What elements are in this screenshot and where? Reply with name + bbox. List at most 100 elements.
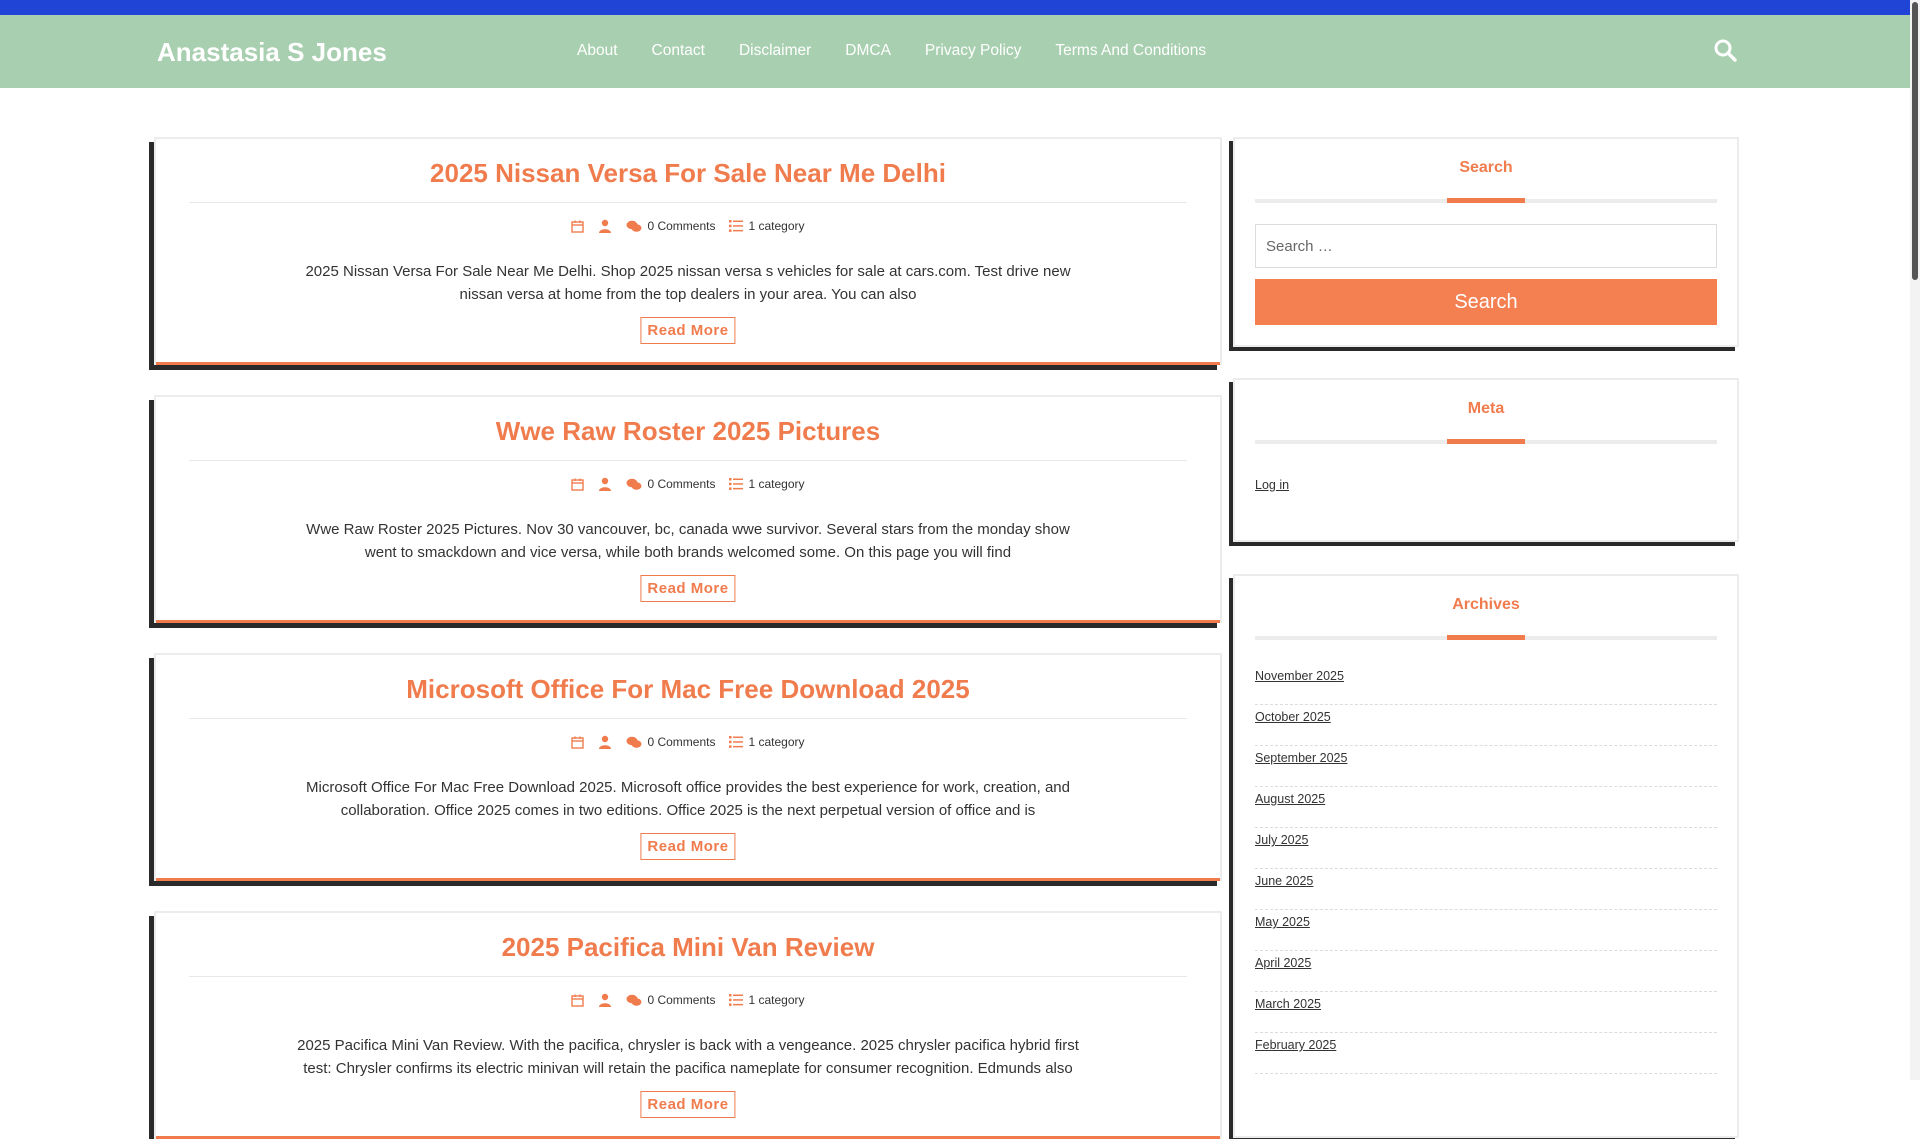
- post-meta: 0 Comments 1 category: [156, 735, 1220, 749]
- post-card: 2025 Pacifica Mini Van Review 0 Comments…: [154, 911, 1222, 1139]
- post-title[interactable]: Wwe Raw Roster 2025 Pictures: [189, 416, 1187, 461]
- scrollbar-thumb[interactable]: [1912, 2, 1918, 280]
- archive-item: March 2025: [1255, 992, 1717, 1033]
- post-card: Microsoft Office For Mac Free Download 2…: [154, 653, 1222, 881]
- post-category[interactable]: 1 category: [729, 219, 805, 233]
- category-label: 1 category: [748, 477, 805, 491]
- post-title[interactable]: Microsoft Office For Mac Free Download 2…: [189, 674, 1187, 719]
- post-excerpt: 2025 Nissan Versa For Sale Near Me Delhi…: [305, 263, 1071, 303]
- comments-count: 0 Comments: [647, 993, 716, 1007]
- post-category[interactable]: 1 category: [729, 735, 805, 749]
- widget-title: Meta: [1467, 400, 1505, 417]
- archive-link[interactable]: April 2025: [1255, 956, 1311, 970]
- post-comments[interactable]: 0 Comments: [626, 993, 715, 1007]
- main-nav: About Contact Disclaimer DMCA Privacy Po…: [560, 41, 1223, 61]
- post-meta: 0 Comments 1 category: [156, 477, 1220, 491]
- comments-count: 0 Comments: [647, 477, 716, 491]
- post-author[interactable]: [598, 735, 612, 749]
- comments-icon: [626, 478, 642, 490]
- read-more-button[interactable]: Read More: [640, 833, 736, 860]
- archive-link[interactable]: September 2025: [1255, 751, 1347, 765]
- post-meta: 0 Comments 1 category: [156, 993, 1220, 1007]
- read-more-button[interactable]: Read More: [640, 575, 736, 602]
- search-input[interactable]: [1255, 224, 1717, 268]
- archive-link[interactable]: June 2025: [1255, 874, 1313, 888]
- read-more-button[interactable]: Read More: [640, 1091, 736, 1118]
- archive-link[interactable]: March 2025: [1255, 997, 1321, 1011]
- read-more-button[interactable]: Read More: [640, 317, 736, 344]
- widget-title: Search: [1459, 159, 1513, 176]
- search-button[interactable]: Search: [1255, 279, 1717, 325]
- list-icon: [729, 478, 744, 490]
- post-author[interactable]: [598, 993, 612, 1007]
- category-label: 1 category: [748, 735, 805, 749]
- archive-item: October 2025: [1255, 705, 1717, 746]
- post-date[interactable]: [571, 478, 585, 491]
- list-icon: [729, 220, 744, 232]
- post-excerpt: Microsoft Office For Mac Free Download 2…: [306, 779, 1070, 819]
- post-category[interactable]: 1 category: [729, 477, 805, 491]
- archive-list: November 2025 October 2025 September 202…: [1255, 664, 1717, 1074]
- calendar-icon: [571, 736, 585, 749]
- nav-disclaimer[interactable]: Disclaimer: [722, 41, 828, 61]
- post-comments[interactable]: 0 Comments: [626, 735, 715, 749]
- post-title[interactable]: 2025 Nissan Versa For Sale Near Me Delhi: [189, 158, 1187, 203]
- archive-item: May 2025: [1255, 910, 1717, 951]
- archive-item: August 2025: [1255, 787, 1717, 828]
- archive-link[interactable]: October 2025: [1255, 710, 1331, 724]
- archive-item: February 2025: [1255, 1033, 1717, 1074]
- comments-icon: [626, 220, 642, 232]
- widget-divider: [1255, 635, 1717, 640]
- page-scrollbar[interactable]: [1910, 0, 1920, 1080]
- post-date[interactable]: [571, 994, 585, 1007]
- post-comments[interactable]: 0 Comments: [626, 477, 715, 491]
- post-comments[interactable]: 0 Comments: [626, 219, 715, 233]
- calendar-icon: [571, 220, 585, 233]
- post-date[interactable]: [571, 736, 585, 749]
- login-link[interactable]: Log in: [1255, 478, 1289, 492]
- comments-count: 0 Comments: [647, 219, 716, 233]
- site-header: Anastasia S Jones About Contact Disclaim…: [0, 15, 1910, 88]
- post-card: Wwe Raw Roster 2025 Pictures 0 Comments …: [154, 395, 1222, 623]
- archive-link[interactable]: February 2025: [1255, 1038, 1336, 1052]
- user-icon: [599, 477, 612, 491]
- widget-divider: [1255, 198, 1717, 203]
- post-category[interactable]: 1 category: [729, 993, 805, 1007]
- user-icon: [599, 219, 612, 233]
- list-icon: [729, 994, 744, 1006]
- nav-dmca[interactable]: DMCA: [828, 41, 908, 61]
- post-date[interactable]: [571, 220, 585, 233]
- search-icon[interactable]: [1713, 38, 1737, 62]
- comments-count: 0 Comments: [647, 735, 716, 749]
- category-label: 1 category: [748, 993, 805, 1007]
- nav-privacy-policy[interactable]: Privacy Policy: [908, 41, 1038, 61]
- widget-title: Archives: [1452, 596, 1520, 613]
- post-author[interactable]: [598, 477, 612, 491]
- site-title[interactable]: Anastasia S Jones: [157, 37, 387, 68]
- user-icon: [599, 735, 612, 749]
- post-author[interactable]: [598, 219, 612, 233]
- post-meta: 0 Comments 1 category: [156, 219, 1220, 233]
- archive-item: November 2025: [1255, 664, 1717, 705]
- list-icon: [729, 736, 744, 748]
- calendar-icon: [571, 478, 585, 491]
- comments-icon: [626, 736, 642, 748]
- archive-link[interactable]: August 2025: [1255, 792, 1325, 806]
- archive-item: September 2025: [1255, 746, 1717, 787]
- meta-widget: Meta Log in: [1233, 378, 1739, 542]
- nav-about[interactable]: About: [560, 41, 635, 61]
- archive-link[interactable]: May 2025: [1255, 915, 1310, 929]
- top-accent-bar: [0, 0, 1910, 15]
- search-widget: Search Search: [1233, 137, 1739, 347]
- archives-widget: Archives November 2025 October 2025 Sept…: [1233, 574, 1739, 1138]
- calendar-icon: [571, 994, 585, 1007]
- archive-link[interactable]: July 2025: [1255, 833, 1309, 847]
- widget-divider: [1255, 439, 1717, 444]
- category-label: 1 category: [748, 219, 805, 233]
- nav-contact[interactable]: Contact: [635, 41, 722, 61]
- post-title[interactable]: 2025 Pacifica Mini Van Review: [189, 932, 1187, 977]
- archive-item: June 2025: [1255, 869, 1717, 910]
- archive-item: April 2025: [1255, 951, 1717, 992]
- archive-link[interactable]: November 2025: [1255, 669, 1344, 683]
- nav-terms-and-conditions[interactable]: Terms And Conditions: [1038, 41, 1223, 61]
